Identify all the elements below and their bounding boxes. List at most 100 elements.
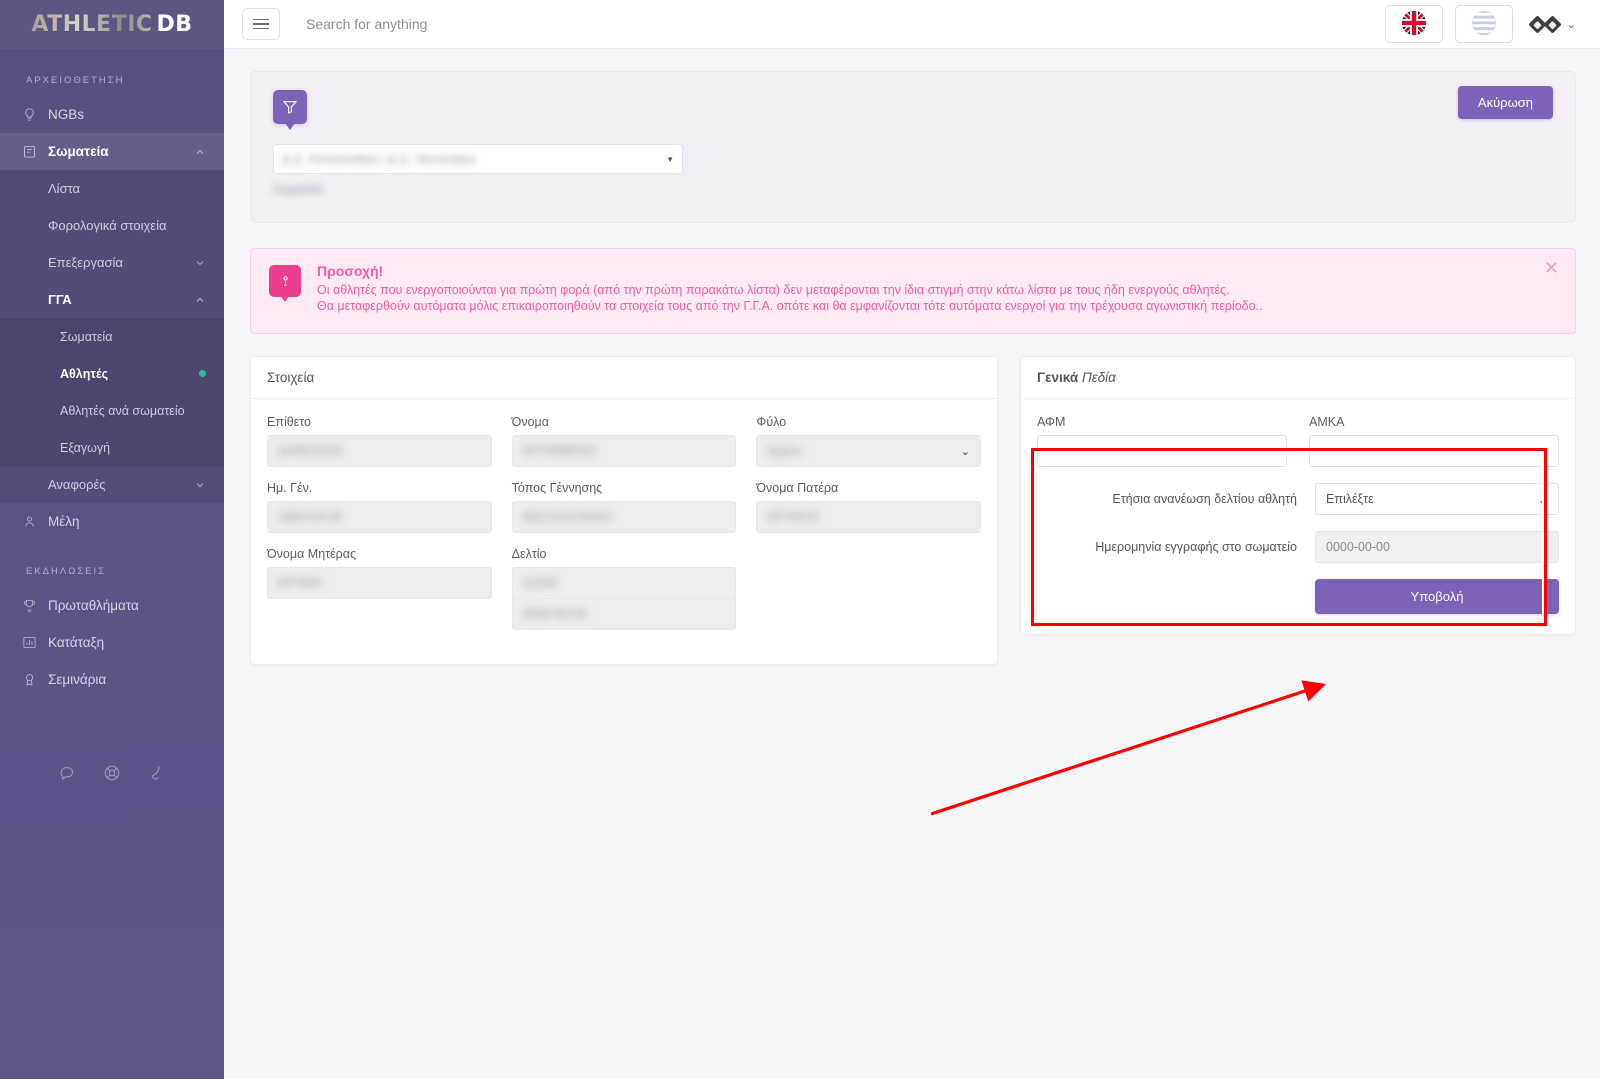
sidebar-item-gga[interactable]: ΓΓΑ xyxy=(0,281,224,318)
chevron-down-icon: ⌄ xyxy=(960,445,971,458)
mothername-input[interactable]: ΚΡΥΦΗ xyxy=(267,567,492,599)
field-afm: ΑΦΜ xyxy=(1037,415,1287,467)
field-amka: ΑΜΚΑ xyxy=(1309,415,1559,467)
general-card-title-bold: Γενικά xyxy=(1037,370,1079,385)
field-value: 0000-00-00 xyxy=(522,607,587,621)
field-mothername: Όνομα Μητέρας ΚΡΥΦΗ xyxy=(267,547,492,630)
sidebar-item-gga-somateia[interactable]: Σωματεία xyxy=(0,318,224,355)
field-value: Άρρεν xyxy=(767,444,802,458)
chevron-down-icon xyxy=(196,482,204,487)
field-value: ΔΗΜΟΣΙΟΣ xyxy=(278,444,345,458)
club-select-wrapper[interactable]: Α.Σ. ΡΙΛΟΛΗΝΟ / Α.Σ. ΤΕΛΙΛΙΚΟ ▼ Σωματείο xyxy=(273,144,683,196)
sidebar-item-seminaria[interactable]: Σεμινάρια xyxy=(0,661,224,698)
field-label: Τόπος Γέννησης xyxy=(511,481,603,495)
sidebar-item-somateia[interactable]: Σωματεία xyxy=(0,133,224,170)
chevron-down-icon: ⌄ xyxy=(1566,18,1576,31)
afm-input[interactable] xyxy=(1037,435,1287,467)
chevron-down-icon: ▼ xyxy=(666,154,674,164)
sidebar-item-protathlimata[interactable]: Πρωταθλήματα xyxy=(0,587,224,624)
sidebar-item-label: Αναφορές xyxy=(48,477,106,492)
filter-panel: Ακύρωση Α.Σ. ΡΙΛΟΛΗΝΟ / Α.Σ. ΤΕΛΙΛΙΚΟ ▼ … xyxy=(250,71,1576,223)
field-value: 0000-00-00 xyxy=(1326,540,1390,554)
field-label: Ημ. Γέν. xyxy=(267,481,313,495)
field-label: Επίθετο xyxy=(267,415,311,429)
language-button-el[interactable] xyxy=(1454,5,1513,43)
details-card-title: Στοιχεία xyxy=(251,357,997,399)
sidebar-item-label: Εξαγωγή xyxy=(60,440,111,455)
field-value: ΚΡΥΜΜΕΝΟ xyxy=(522,444,596,458)
info-badge-icon xyxy=(269,265,301,302)
firstname-input[interactable]: ΚΡΥΜΜΕΝΟ xyxy=(511,435,737,467)
language-button-en[interactable] xyxy=(1384,5,1443,43)
brand-logo[interactable]: ATHLETIC DB xyxy=(0,0,224,49)
field-label: Όνομα Μητέρας xyxy=(267,547,357,561)
sidebar-item-forologika[interactable]: Φορολογικά στοιχεία xyxy=(0,207,224,244)
sidebar-item-gga-athlites-per-club[interactable]: Αθλητές ανά σωματείο xyxy=(0,392,224,429)
sidebar-item-ngbs[interactable]: NGBs xyxy=(0,96,224,133)
forms-row: Στοιχεία Επίθετο ΔΗΜΟΣΙΟΣ Όνομα ΚΡΥΜΜΕΝΟ… xyxy=(250,356,1576,665)
sidebar-item-katataxi[interactable]: Κατάταξη xyxy=(0,624,224,661)
support-icon[interactable] xyxy=(103,764,121,782)
club-select[interactable]: Α.Σ. ΡΙΛΟΛΗΝΟ / Α.Σ. ΤΕΛΙΛΙΚΟ ▼ xyxy=(273,144,683,174)
search-input[interactable] xyxy=(306,16,726,32)
sidebar-item-label: ΓΓΑ xyxy=(48,292,72,307)
field-label: Όνομα xyxy=(511,415,549,429)
phone-icon[interactable] xyxy=(147,764,165,782)
sidebar-item-label: Πρωταθλήματα xyxy=(48,598,139,613)
sidebar-item-label: Αθλητές xyxy=(60,366,109,381)
uk-flag-icon xyxy=(1401,10,1427,39)
app-root: ATHLETIC DB ΑΡΧΕΙΟΘΕΤΗΣΗ NGBs Σωματεία Λί… xyxy=(0,0,1600,1079)
sidebar-item-label: Σωματεία xyxy=(48,144,109,159)
sidebar-item-gga-export[interactable]: Εξαγωγή xyxy=(0,429,224,466)
general-card-title-italic: Πεδία xyxy=(1081,370,1116,385)
sidebar-item-anafores[interactable]: Αναφορές xyxy=(0,466,224,503)
field-firstname: Όνομα ΚΡΥΜΜΕΝΟ xyxy=(511,415,737,467)
field-label: ΑΜΚΑ xyxy=(1309,415,1345,429)
cancel-button[interactable]: Ακύρωση xyxy=(1457,86,1553,119)
field-value: 1980-00-00 xyxy=(278,510,342,524)
sidebar: ATHLETIC DB ΑΡΧΕΙΟΘΕΤΗΣΗ NGBs Σωματεία Λί… xyxy=(0,0,224,1079)
filter-icon[interactable] xyxy=(273,90,307,130)
lastname-input[interactable]: ΔΗΜΟΣΙΟΣ xyxy=(267,435,492,467)
gender-select[interactable]: Άρρεν ⌄ xyxy=(756,435,982,467)
details-card: Στοιχεία Επίθετο ΔΗΜΟΣΙΟΣ Όνομα ΚΡΥΜΜΕΝΟ… xyxy=(250,356,998,665)
annual-renewal-select[interactable]: Επιλέξτε ⌄ xyxy=(1315,483,1559,515)
chat-icon[interactable] xyxy=(59,764,77,782)
bulb-icon xyxy=(22,107,48,122)
submit-button[interactable]: Υποβολή xyxy=(1315,579,1559,614)
birthdate-input[interactable]: 1980-00-00 xyxy=(267,501,492,533)
field-birthplace: Τόπος Γέννησης ΘΕΣΣΑΛΟΝΙΚΗ xyxy=(511,481,737,533)
user-menu[interactable]: ⌄ xyxy=(1528,14,1576,34)
field-label: ΑΦΜ xyxy=(1037,415,1066,429)
field-gender: Φύλο Άρρεν ⌄ xyxy=(756,415,982,467)
club-select-value: Α.Σ. ΡΙΛΟΛΗΝΟ / Α.Σ. ΤΕΛΙΛΙΚΟ xyxy=(282,151,475,167)
field-label: Ημερομηνία εγγραφής στο σωματείο xyxy=(1095,540,1297,554)
form-row: Όνομα Μητέρας ΚΡΥΦΗ Δελτίο 12345 0000-00… xyxy=(267,547,981,630)
close-icon[interactable]: ✕ xyxy=(1544,259,1559,277)
clipboard-icon xyxy=(22,144,48,159)
fathername-input[interactable]: ΚΡΥΦΟΣ xyxy=(756,501,982,533)
hamburger-icon[interactable] xyxy=(242,8,280,40)
field-label: Φύλο xyxy=(756,415,787,429)
registration-date-input: 0000-00-00 xyxy=(1315,531,1559,563)
field-registration-date: Ημερομηνία εγγραφής στο σωματείο 0000-00… xyxy=(1037,531,1559,563)
sidebar-item-meli[interactable]: Μέλη xyxy=(0,503,224,540)
sidebar-item-gga-athlites[interactable]: Αθλητές xyxy=(0,355,224,392)
user-diamond-icon-2 xyxy=(1543,14,1562,34)
sidebar-item-lista[interactable]: Λίστα xyxy=(0,170,224,207)
field-label: Δελτίο xyxy=(511,547,547,561)
field-annual-renewal: Ετήσια ανανέωση δελτίου αθλητή Επιλέξτε … xyxy=(1037,483,1559,515)
active-indicator-dot xyxy=(199,370,206,377)
chevron-up-icon xyxy=(196,149,204,154)
form-row: Ημ. Γέν. 1980-00-00 Τόπος Γέννησης ΘΕΣΣΑ… xyxy=(267,481,982,533)
sidebar-item-label: Επεξεργασία xyxy=(48,255,123,270)
deltio-date-input[interactable]: 0000-00-00 xyxy=(511,599,737,630)
sidebar-item-epexergasia[interactable]: Επεξεργασία xyxy=(0,244,224,281)
birthplace-input[interactable]: ΘΕΣΣΑΛΟΝΙΚΗ xyxy=(511,501,737,533)
sidebar-submenu-gga: Σωματεία Αθλητές Αθλητές ανά σωματείο Εξ… xyxy=(0,318,224,466)
sidebar-item-label: Σεμινάρια xyxy=(48,672,107,687)
deltio-number-input[interactable]: 12345 xyxy=(511,567,737,599)
amka-input[interactable] xyxy=(1309,435,1559,467)
topbar: ⌄ xyxy=(224,0,1600,49)
general-card-body: ΑΦΜ ΑΜΚΑ Ετήσια ανανέωση δελτίου αθλητή … xyxy=(1021,399,1575,634)
